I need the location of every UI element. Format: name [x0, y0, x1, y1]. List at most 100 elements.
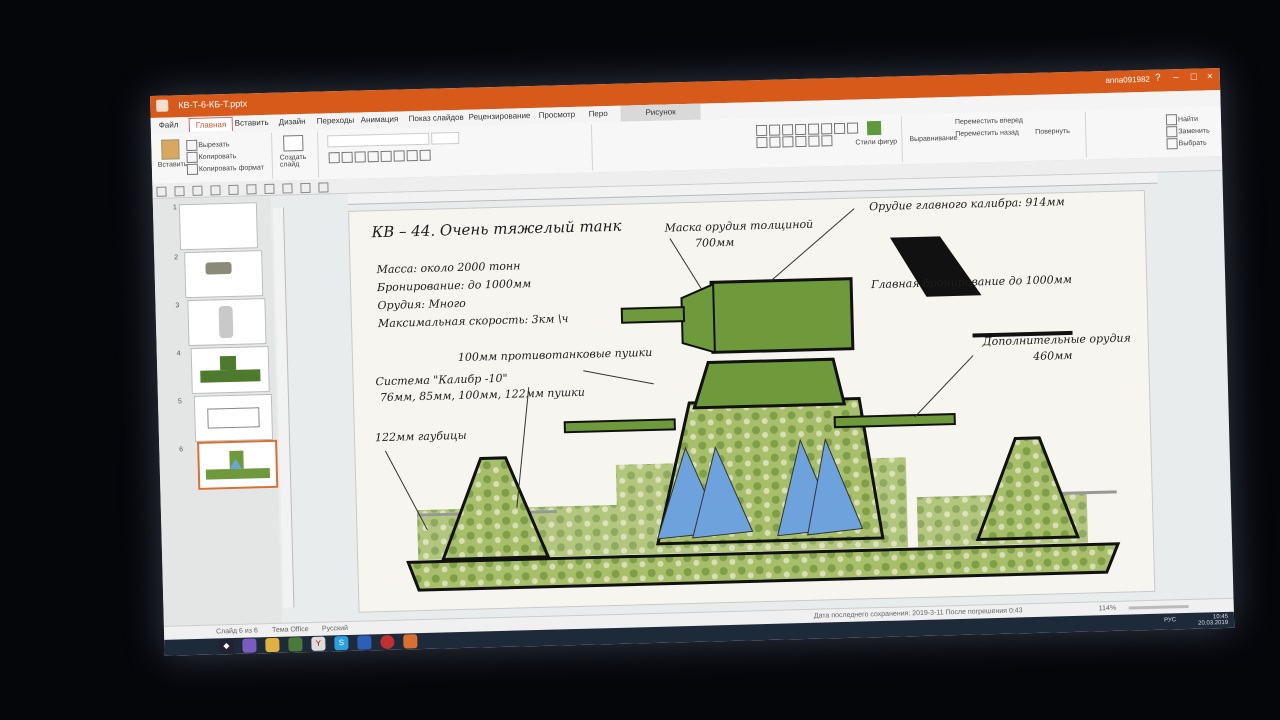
tab-view[interactable]: Просмотр — [539, 110, 576, 120]
font-size-select[interactable] — [431, 131, 460, 145]
align-left-icon[interactable] — [380, 150, 392, 162]
shape-triangle-icon[interactable] — [807, 123, 820, 135]
slideshow-icon[interactable] — [264, 183, 275, 195]
shape-curve-icon[interactable] — [756, 136, 768, 149]
shape-brace-icon[interactable] — [833, 122, 846, 135]
thumb-number: 3 — [175, 302, 180, 310]
italic-icon[interactable] — [341, 151, 353, 164]
strikethrough-icon[interactable] — [367, 151, 379, 163]
paste-button[interactable]: Вставить — [158, 161, 188, 169]
shape-hexagon-icon[interactable] — [821, 135, 833, 147]
tab-file[interactable]: Файл — [159, 120, 179, 130]
select-button[interactable]: Выбрать — [1165, 136, 1207, 150]
new-slide-button[interactable]: Создать слайд — [280, 154, 316, 169]
search-icon — [1165, 114, 1178, 126]
justify-icon[interactable] — [419, 149, 431, 161]
print-icon[interactable] — [246, 184, 257, 195]
thumb-number: 6 — [179, 446, 184, 454]
tank-mid-body — [692, 357, 847, 410]
label-howitzers[interactable]: 122мм гаубицы — [375, 429, 467, 444]
redo-icon[interactable] — [210, 185, 221, 196]
tab-review[interactable]: Рецензирование — [469, 111, 531, 122]
shape-rect-icon[interactable] — [755, 124, 768, 137]
help-button[interactable]: ? — [1150, 72, 1166, 86]
folder-icon[interactable] — [265, 637, 280, 653]
minimize-button[interactable]: – — [1168, 72, 1184, 86]
paste-icon[interactable] — [161, 139, 180, 160]
shape-callout-icon[interactable] — [846, 122, 859, 134]
input-language[interactable]: РУС — [1164, 617, 1176, 623]
align-right-icon[interactable] — [406, 150, 418, 162]
rotate-button[interactable]: Повернуть — [1035, 128, 1070, 136]
shape-arrow-icon[interactable] — [794, 123, 807, 136]
shape-moon-icon[interactable] — [795, 135, 807, 148]
powerpoint-icon[interactable] — [403, 634, 418, 649]
shape-pentagon-icon[interactable] — [808, 135, 820, 147]
shape-star-icon[interactable] — [820, 123, 833, 135]
bring-forward-button[interactable]: Переместить вперед — [955, 117, 1023, 126]
shape-oval-icon[interactable] — [768, 124, 781, 136]
zoom-level[interactable]: 114% — [1099, 605, 1117, 612]
shape-heart-icon[interactable] — [769, 136, 781, 148]
thumbnail-slide-4[interactable] — [190, 345, 270, 395]
pointer-at-guns — [583, 370, 654, 385]
format-painter-button[interactable]: Копировать формат — [186, 161, 264, 176]
tab-design[interactable]: Дизайн — [279, 117, 306, 127]
tab-transitions[interactable]: Переходы — [317, 116, 355, 126]
table-icon[interactable] — [300, 182, 311, 194]
tab-home[interactable]: Главная — [188, 116, 234, 132]
spellcheck-icon[interactable] — [282, 183, 293, 194]
shape-styles-icon[interactable] — [866, 120, 882, 136]
thumb-number: 1 — [172, 204, 177, 212]
underline-icon[interactable] — [354, 151, 366, 163]
arrange-button[interactable]: Выравнивание — [909, 135, 957, 143]
clipboard-group: Вставить Вырезать Копировать Копировать … — [155, 132, 274, 182]
send-backward-button[interactable]: Переместить назад — [955, 129, 1019, 138]
yandex-icon[interactable]: Y — [311, 636, 326, 651]
theme-name: Тема Office — [271, 626, 309, 634]
thumbnail-slide-5[interactable] — [193, 393, 274, 442]
side-gun-right — [833, 413, 956, 429]
browser-icon[interactable] — [242, 638, 257, 653]
thumbnail-slide-6[interactable] — [197, 439, 279, 490]
maximize-button[interactable]: □ — [1186, 71, 1202, 85]
editing-group: Найти Заменить Выбрать — [1161, 108, 1220, 156]
shape-styles-button[interactable]: Стили фигур — [855, 138, 897, 146]
tab-insert[interactable]: Вставить — [235, 118, 269, 128]
word-icon[interactable] — [357, 635, 372, 650]
tab-pen[interactable]: Перо — [589, 109, 608, 118]
skype-icon[interactable]: S — [334, 635, 349, 651]
thumbnail-slide-2[interactable] — [184, 250, 264, 299]
label-mask-value[interactable]: 700мм — [695, 236, 735, 250]
user-name[interactable]: anna091982 — [1105, 75, 1150, 85]
thumbnail-slide-3[interactable] — [187, 298, 267, 347]
chart-icon[interactable] — [318, 182, 329, 193]
slide-canvas[interactable]: КВ – 44. Очень тяжелый танк Масса: около… — [348, 189, 1156, 613]
media-icon[interactable] — [288, 637, 303, 652]
close-button[interactable]: × — [1202, 71, 1218, 85]
undo-icon[interactable] — [192, 185, 203, 196]
thumbnail-slide-1[interactable] — [178, 202, 259, 251]
bold-icon[interactable] — [328, 152, 340, 164]
zoom-slider[interactable] — [1128, 604, 1189, 610]
label-extra-guns-value[interactable]: 460мм — [1033, 349, 1073, 363]
align-center-icon[interactable] — [393, 150, 405, 162]
language-indicator[interactable]: Русский — [322, 625, 348, 633]
new-slide-icon[interactable] — [283, 135, 304, 152]
shape-line-icon[interactable] — [781, 124, 794, 136]
tab-slideshow[interactable]: Показ слайдов — [409, 113, 464, 123]
font-name-select[interactable] — [327, 132, 430, 148]
window-title: КВ-Т-6-КБ-Т.pptx — [178, 98, 248, 111]
new-file-icon[interactable] — [156, 186, 167, 197]
open-file-icon[interactable] — [174, 186, 185, 197]
stat-guns[interactable]: Орудия: Много — [377, 297, 466, 312]
brush-icon — [186, 163, 199, 176]
scissors-icon — [186, 139, 198, 152]
start-icon[interactable]: ◆ — [219, 639, 234, 654]
save-icon[interactable] — [228, 184, 239, 195]
opera-icon[interactable] — [380, 634, 395, 650]
shape-cloud-icon[interactable] — [782, 136, 794, 148]
tab-animation[interactable]: Анимация — [361, 115, 399, 125]
monitor-screen: КВ-Т-6-КБ-Т.pptx anna091982 ? – □ × Файл… — [150, 67, 1235, 656]
clock-date[interactable]: 20.03.2019 — [1198, 620, 1228, 627]
